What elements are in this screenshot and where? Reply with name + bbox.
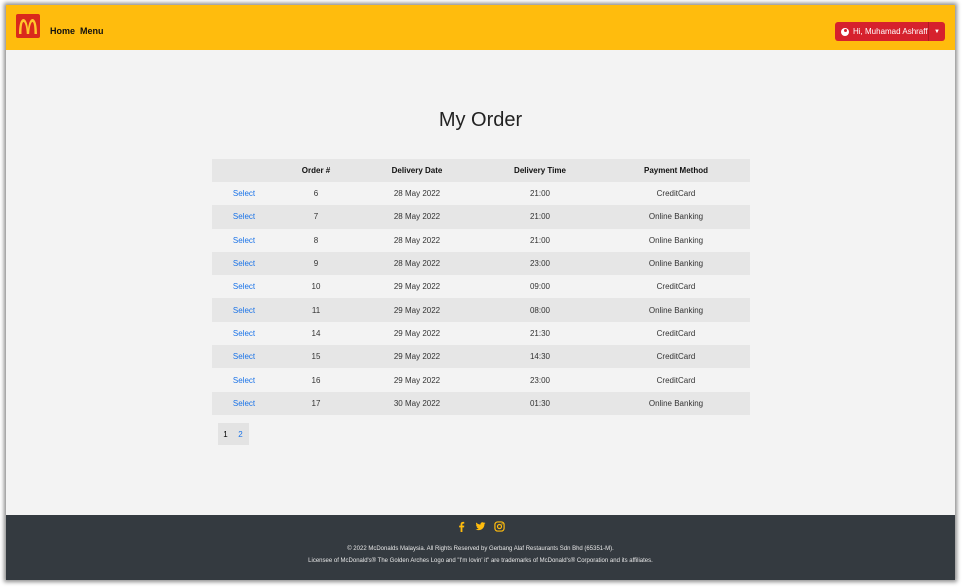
payment-method-cell: CreditCard [656,328,696,338]
delivery-date-cell: 28 May 2022 [356,251,478,276]
pagination: 1 2 [218,423,249,445]
col-header-payment-method: Payment Method [602,159,750,182]
delivery-time-cell: 14:30 [478,345,602,369]
order-number-cell: 15 [276,345,356,369]
nav-home-link[interactable]: Home [50,26,75,36]
order-number-cell: 11 [276,298,356,322]
select-link[interactable]: Select [212,229,276,252]
select-link[interactable]: Select [212,368,276,391]
payment-method-cell: Online Banking [602,251,750,276]
user-greeting: Hi, Muhamad Ashraff [853,27,928,36]
select-link[interactable]: Select [212,322,276,345]
payment-method-cell: Online Banking [602,298,750,322]
delivery-time-cell: 08:00 [478,298,602,322]
payment-method-cell: CreditCard [656,282,696,292]
col-header-delivery-date: Delivery Date [356,159,478,182]
footer-license: Licensee of McDonald's® The Golden Arche… [308,558,653,564]
delivery-time-cell: 09:00 [529,282,551,292]
order-number-cell: 10 [311,282,321,292]
col-header-order-number: Order # [276,159,356,182]
page-2-link[interactable]: 2 [233,430,248,439]
table-row: Select 14 29 May 2022 21:30 CreditCard [212,322,750,345]
table-row: Select 7 28 May 2022 21:00 Online Banking [212,205,750,229]
payment-method-cell: CreditCard [602,345,750,369]
order-number-cell: 17 [276,391,356,415]
order-number-cell: 9 [276,251,356,276]
col-header-action [212,159,276,182]
select-link[interactable]: Select [212,275,276,298]
table-row: Select 16 29 May 2022 23:00 CreditCard [212,368,750,391]
table-row: Select 9 28 May 2022 23:00 Online Banking [212,251,750,276]
delivery-date-cell: 30 May 2022 [356,391,478,415]
select-link[interactable]: Select [212,345,276,369]
table-header-row: Order # Delivery Date Delivery Time Paym… [212,159,750,182]
page-1-current: 1 [223,429,228,439]
mcdonalds-logo[interactable] [16,14,40,38]
browser-viewport: Home Menu Hi, Muhamad Ashraff ▼ My Order… [6,5,955,580]
table-row: Select 11 29 May 2022 08:00 Online Banking [212,298,750,322]
table-row: Select 8 28 May 2022 21:00 Online Banking [212,229,750,252]
select-link[interactable]: Select [212,391,276,415]
delivery-date-cell: 29 May 2022 [393,328,441,338]
nav-menu-link[interactable]: Menu [80,26,104,36]
order-number-cell: 16 [311,375,321,385]
table-row: Select 6 28 May 2022 21:00 CreditCard [212,182,750,205]
delivery-date-cell: 29 May 2022 [393,282,441,292]
delivery-date-cell: 29 May 2022 [356,345,478,369]
payment-method-cell: Online Banking [602,391,750,415]
delivery-time-cell: 21:00 [529,235,551,245]
payment-method-cell: CreditCard [656,189,696,199]
payment-method-cell: CreditCard [656,375,696,385]
order-number-cell: 7 [276,205,356,229]
dropdown-caret-icon[interactable]: ▼ [928,22,945,41]
select-link[interactable]: Select [212,298,276,322]
select-link[interactable]: Select [212,182,276,205]
order-number-cell: 14 [311,328,321,338]
social-links [6,521,955,532]
payment-method-cell: Online Banking [602,205,750,229]
payment-method-cell: Online Banking [648,235,704,245]
delivery-time-cell: 01:30 [478,391,602,415]
delivery-date-cell: 28 May 2022 [393,235,441,245]
user-circle-icon [841,27,849,36]
facebook-icon[interactable] [456,521,467,532]
delivery-date-cell: 28 May 2022 [356,205,478,229]
table-row: Select 10 29 May 2022 09:00 CreditCard [212,275,750,298]
delivery-time-cell: 21:00 [529,189,551,199]
table-row: Select 17 30 May 2022 01:30 Online Banking [212,391,750,415]
delivery-date-cell: 29 May 2022 [393,375,441,385]
select-link[interactable]: Select [212,251,276,276]
order-number-cell: 6 [313,189,319,199]
footer-copyright: © 2022 McDonalds Malaysia. All Rights Re… [347,546,614,552]
user-dropdown-button[interactable]: Hi, Muhamad Ashraff ▼ [835,22,945,41]
select-link[interactable]: Select [212,205,276,229]
delivery-date-cell: 28 May 2022 [393,189,441,199]
orders-table: Order # Delivery Date Delivery Time Paym… [212,159,750,415]
order-number-cell: 8 [313,235,319,245]
table-row: Select 15 29 May 2022 14:30 CreditCard [212,345,750,369]
delivery-time-cell: 21:00 [478,205,602,229]
footer: © 2022 McDonalds Malaysia. All Rights Re… [6,515,955,580]
delivery-date-cell: 29 May 2022 [356,298,478,322]
col-header-delivery-time: Delivery Time [478,159,602,182]
page-title: My Order [438,109,523,131]
golden-arches-icon [19,19,37,34]
delivery-time-cell: 23:00 [529,375,551,385]
delivery-time-cell: 21:30 [529,328,551,338]
navbar: Home Menu Hi, Muhamad Ashraff ▼ [6,5,955,50]
instagram-icon[interactable] [494,521,505,532]
twitter-icon[interactable] [475,521,486,532]
delivery-time-cell: 23:00 [478,251,602,276]
